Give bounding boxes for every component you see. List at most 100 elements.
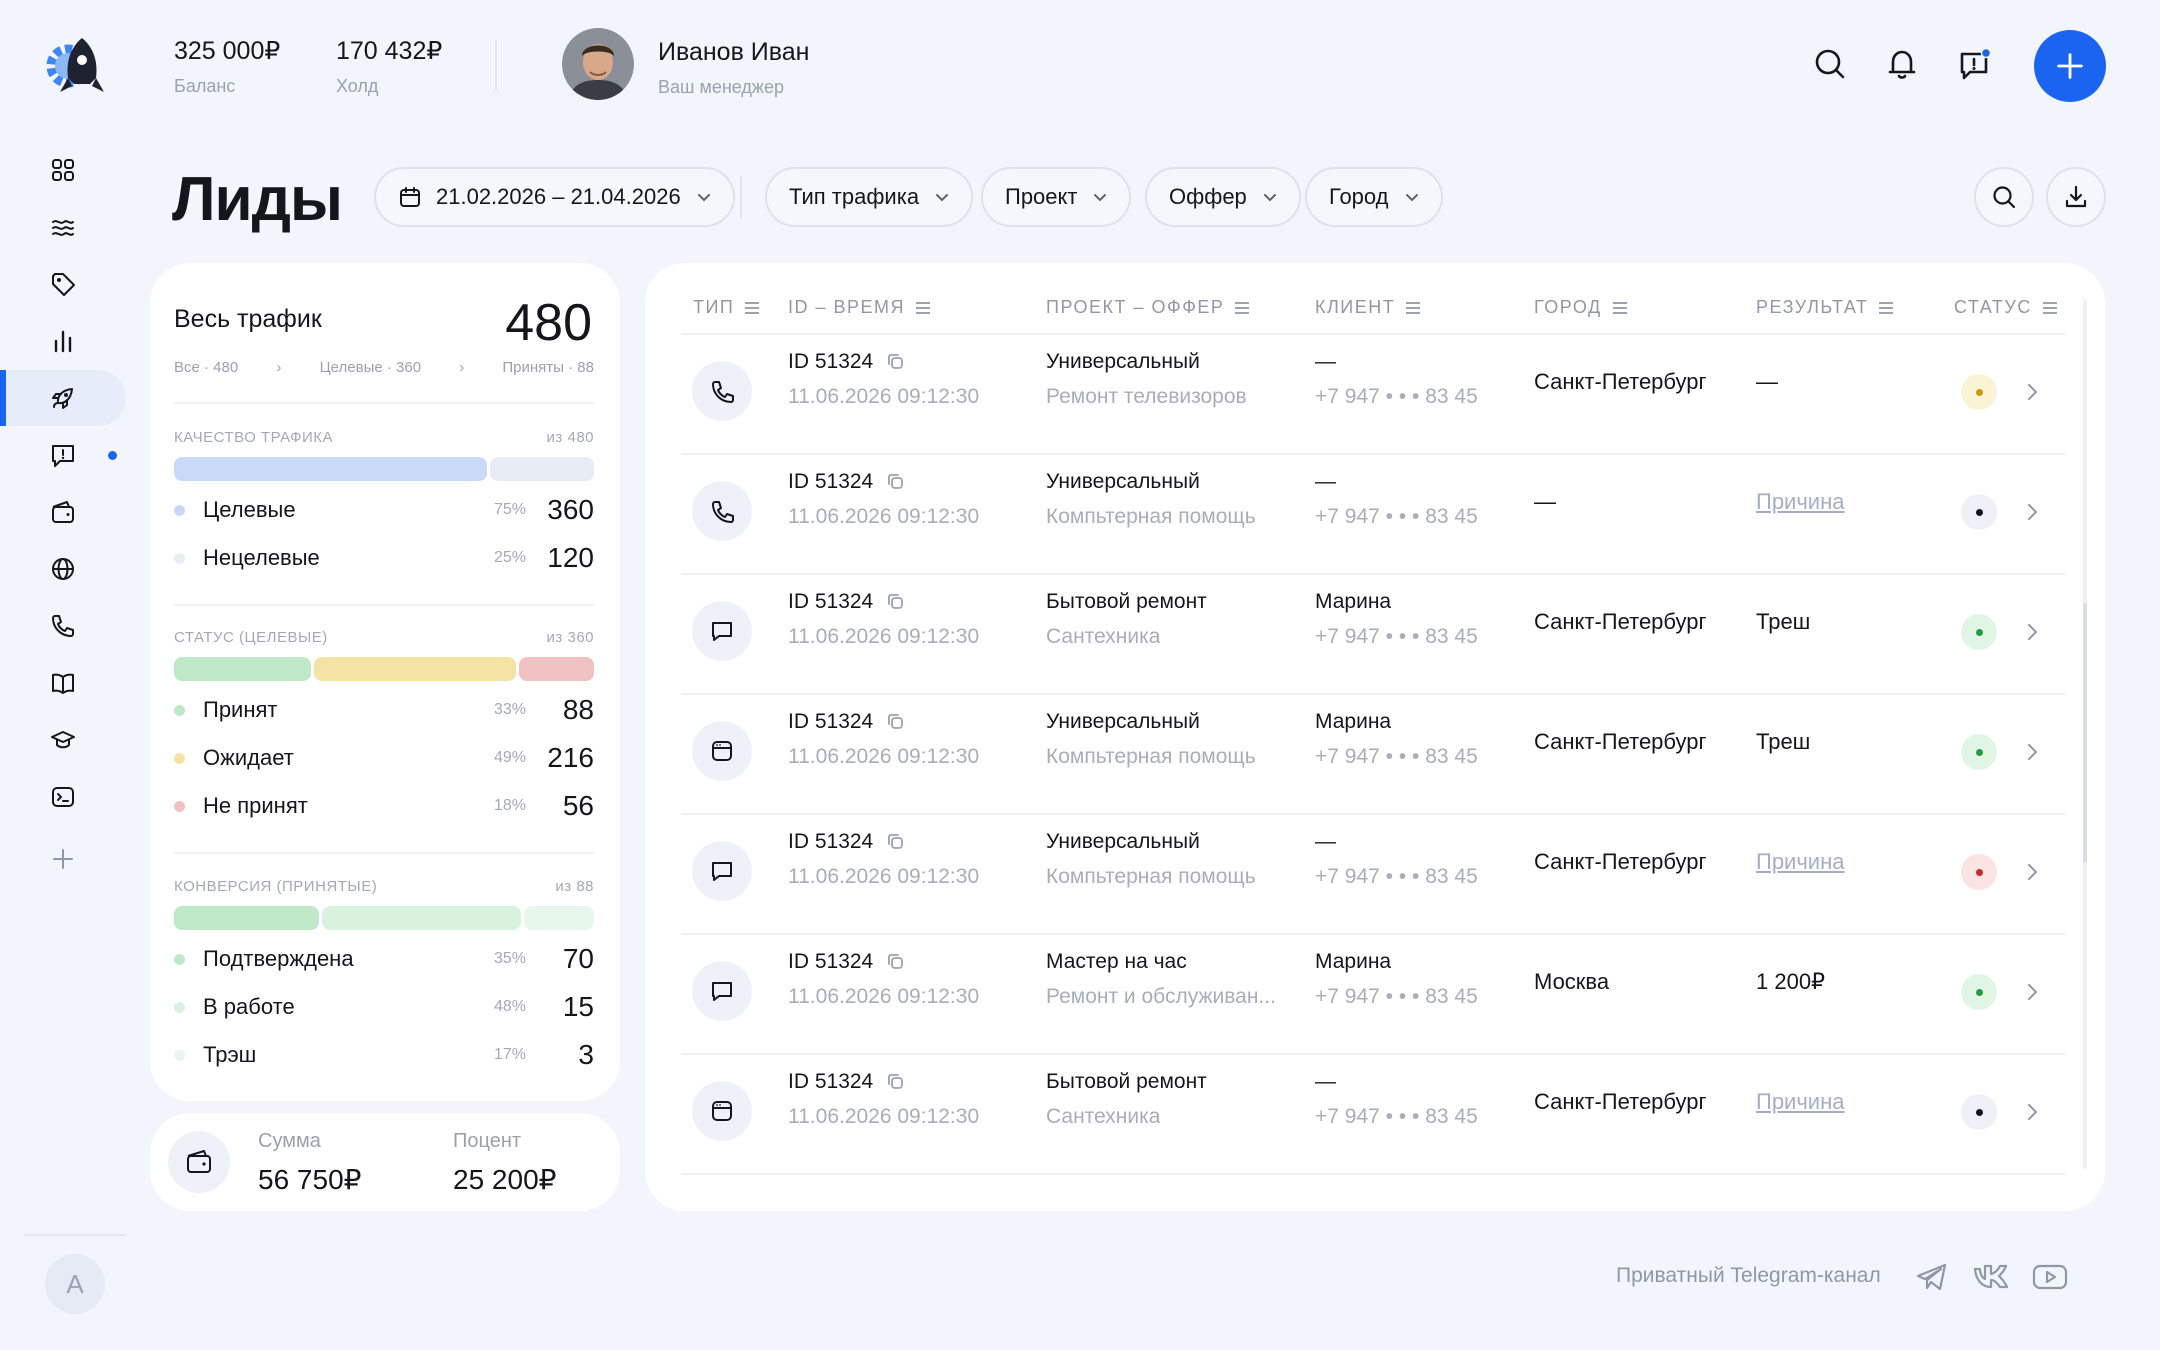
crumb-target[interactable]: Целевые · 360 [320,359,421,376]
status-dot [1975,508,1983,516]
notifications-button[interactable] [1884,46,1920,82]
sidebar-item-globe[interactable] [0,541,126,597]
copy-icon[interactable] [885,1071,905,1091]
table-row[interactable]: ID 51324 11.06.2026 09:12:30 Мастер на ч… [681,935,2065,1055]
youtube-link[interactable] [2031,1258,2069,1296]
copy-icon[interactable] [885,711,905,731]
column-header[interactable]: ТИП [693,297,760,318]
manager-name[interactable]: Иванов Иван [658,38,810,67]
hold-stat: 170 432₽ Холд [336,36,442,97]
city-filter[interactable]: Город [1305,167,1443,227]
chevron-right-icon[interactable] [2026,980,2040,1004]
sidebar-item-plus[interactable] [0,831,126,887]
sidebar-item-phone[interactable] [0,598,126,654]
telegram-link[interactable] [1913,1258,1951,1296]
copy-icon[interactable] [885,471,905,491]
download-button[interactable] [2046,167,2106,227]
conversion-row[interactable]: Трэш 17% 3 [174,1039,594,1071]
column-header[interactable]: ID – ВРЕМЯ [788,297,931,318]
lead-type [692,601,752,661]
table-search-button[interactable] [1974,167,2034,227]
sidebar-item-waves[interactable] [0,199,126,255]
offer-filter[interactable]: Оффер [1145,167,1301,227]
copy-icon[interactable] [885,351,905,371]
lead-id-cell: ID 51324 [788,1070,905,1094]
conversion-row[interactable]: Подтверждена 35% 70 [174,943,594,975]
reason-link[interactable]: Причина [1756,489,1844,515]
quality-row[interactable]: Целевые 75% 360 [174,494,594,526]
table-row[interactable]: ID 51324 11.06.2026 09:12:30 Универсальн… [681,335,2065,455]
lead-time: 11.06.2026 09:12:30 [788,985,980,1008]
status-row[interactable]: Принят 33% 88 [174,694,594,726]
user-avatar[interactable]: A [45,1254,105,1314]
date-range-value: 21.02.2026 – 21.04.2026 [436,184,681,209]
support-chat-button[interactable] [1956,46,1992,82]
youtube-icon [2032,1264,2068,1290]
status-row[interactable]: Не принят 18% 56 [174,790,594,822]
add-button[interactable] [2034,30,2106,102]
table-row[interactable]: ID 51324 11.06.2026 09:12:30 Универсальн… [681,695,2065,815]
chevron-right-icon[interactable] [2026,620,2040,644]
copy-icon[interactable] [885,951,905,971]
vk-link[interactable] [1972,1258,2010,1296]
sidebar-item-graduation-cap[interactable] [0,712,126,768]
date-range-filter[interactable]: 21.02.2026 – 21.04.2026 [374,167,735,227]
chevron-right-icon[interactable] [2026,380,2040,404]
table-row[interactable]: ID 51324 11.06.2026 09:12:30 Универсальн… [681,815,2065,935]
lead-id: ID 51324 [788,1070,874,1093]
copy-icon[interactable] [885,831,905,851]
chevron-right-icon[interactable] [2026,500,2040,524]
lead-city: Москва [1534,969,1610,994]
row-percent: 33% [493,701,526,718]
calendar-icon [400,187,420,207]
crumb-accepted[interactable]: Приняты · 88 [502,359,594,376]
header-divider [495,40,497,90]
filter-divider [740,176,742,218]
row-name: Ожидает [203,745,294,770]
sidebar-item-wallet[interactable] [0,484,126,540]
header-search-button[interactable] [1812,46,1848,82]
table-row[interactable]: ID 51324 11.06.2026 09:12:30 Универсальн… [681,455,2065,575]
sidebar-item-tag[interactable] [0,256,126,312]
crumb-all[interactable]: Все · 480 [174,359,238,376]
table-row[interactable]: ID 51324 11.06.2026 09:12:30 Бытовой рем… [681,575,2065,695]
row-count: 216 [547,742,594,773]
lead-id: ID 51324 [788,470,874,493]
telegram-channel-link[interactable]: Приватный Telegram-канал [1616,1264,1881,1288]
sidebar-item-book[interactable] [0,655,126,711]
sidebar-item-terminal[interactable] [0,769,126,825]
sidebar-item-rocket[interactable] [0,370,126,426]
download-icon [2065,185,2087,208]
vk-icon [1973,1264,2009,1289]
copy-icon[interactable] [885,591,905,611]
manager-avatar[interactable] [562,28,634,100]
conversion-row[interactable]: В работе 48% 15 [174,991,594,1023]
sidebar: A [0,0,150,1350]
column-header[interactable]: КЛИЕНТ [1315,297,1421,318]
phone-icon [712,381,734,403]
reason-link[interactable]: Причина [1756,1089,1844,1115]
divider [174,604,594,606]
table-scrollbar-thumb[interactable] [2083,603,2087,863]
lead-type [692,721,752,781]
column-header[interactable]: ГОРОД [1534,297,1628,318]
quality-row[interactable]: Нецелевые 25% 120 [174,542,594,574]
lead-type [692,481,752,541]
traffic-type-filter[interactable]: Тип трафика [765,167,974,227]
sidebar-item-bar-chart[interactable] [0,313,126,369]
chevron-right-icon[interactable] [2026,740,2040,764]
column-header[interactable]: РЕЗУЛЬТАТ [1756,297,1894,318]
logo[interactable] [42,32,112,98]
column-header[interactable]: СТАТУС [1954,297,2058,318]
lead-time: 11.06.2026 09:12:30 [788,745,980,768]
lead-time: 11.06.2026 09:12:30 [788,385,980,408]
project-filter[interactable]: Проект [981,167,1132,227]
chevron-right-icon[interactable] [2026,860,2040,884]
reason-link[interactable]: Причина [1756,849,1844,875]
status-row[interactable]: Ожидает 49% 216 [174,742,594,774]
table-row[interactable]: ID 51324 11.06.2026 09:12:30 Бытовой рем… [681,1055,2065,1175]
chevron-right-icon[interactable] [2026,1100,2040,1124]
column-header[interactable]: ПРОЕКТ – ОФФЕР [1046,297,1250,318]
row-name: Нецелевые [203,545,320,570]
sidebar-item-grid[interactable] [0,142,126,198]
